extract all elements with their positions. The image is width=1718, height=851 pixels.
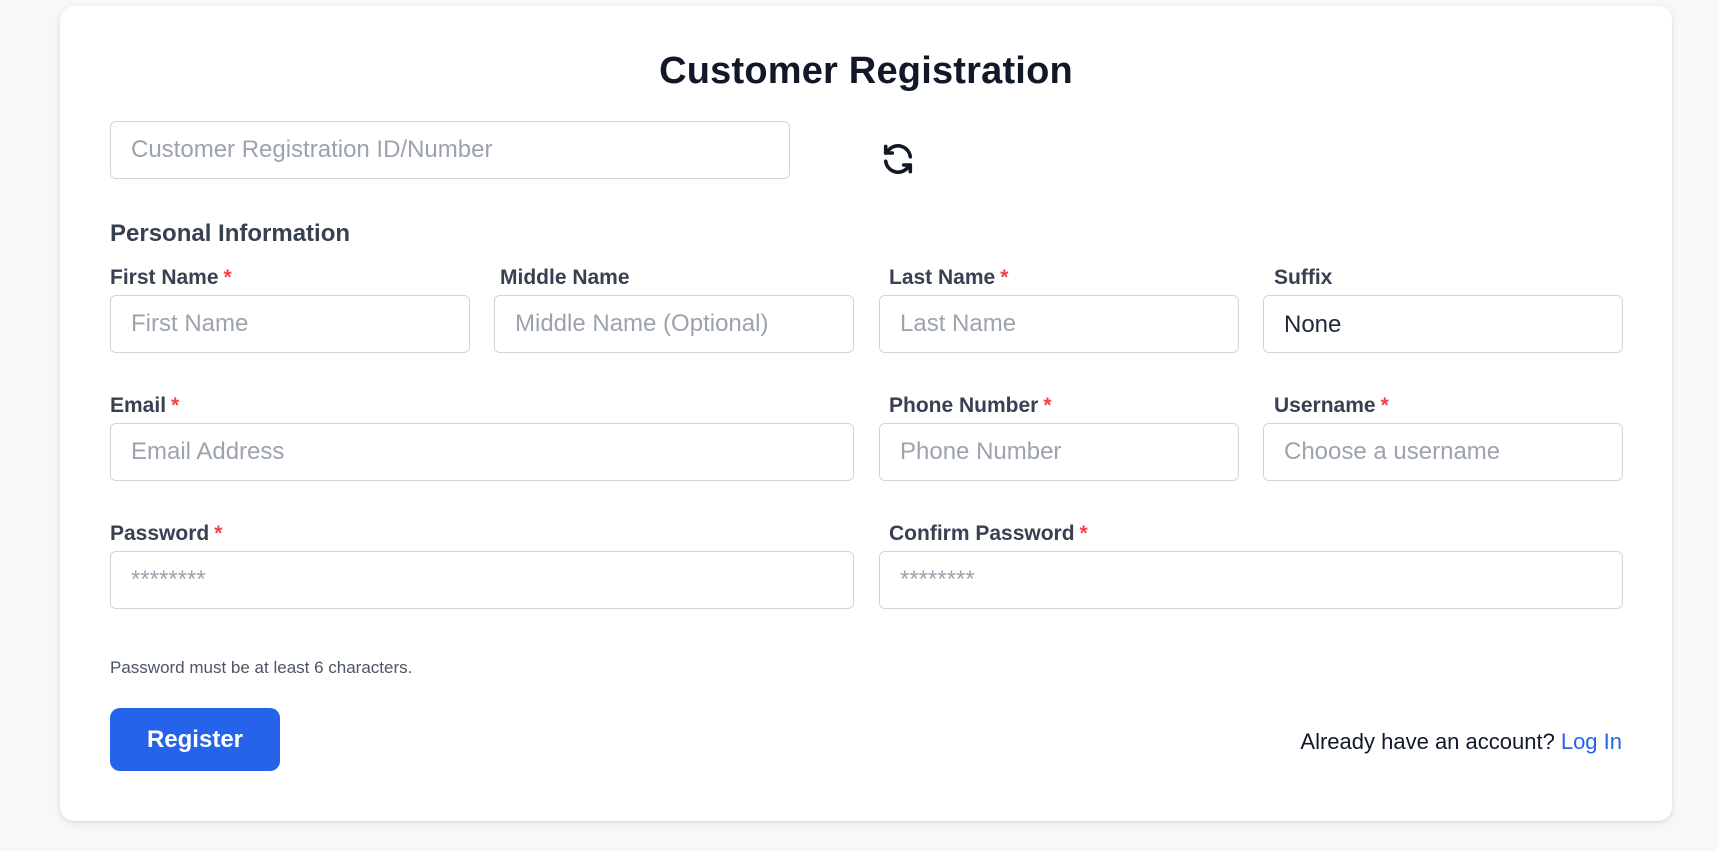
confirm-password-label-text: Confirm Password xyxy=(889,522,1075,545)
last-name-input[interactable] xyxy=(879,295,1239,353)
section-title-personal-information: Personal Information xyxy=(110,220,351,247)
password-label-text: Password xyxy=(110,522,210,545)
required-marker: * xyxy=(223,266,232,289)
login-link[interactable]: Log In xyxy=(1561,729,1622,754)
last-name-label-text: Last Name xyxy=(889,266,996,289)
middle-name-input[interactable] xyxy=(494,295,854,353)
login-prompt-text: Already have an account? xyxy=(1300,729,1555,754)
last-name-label: Last Name * xyxy=(889,266,1008,290)
middle-name-label: Middle Name xyxy=(500,266,630,290)
suffix-label: Suffix xyxy=(1274,266,1332,290)
suffix-select[interactable]: None xyxy=(1263,295,1623,353)
first-name-label-text: First Name xyxy=(110,266,219,289)
first-name-input[interactable] xyxy=(110,295,470,353)
email-input[interactable] xyxy=(110,423,854,481)
required-marker: * xyxy=(1000,266,1009,289)
refresh-id-button[interactable] xyxy=(876,137,920,181)
required-marker: * xyxy=(214,522,223,545)
phone-input[interactable] xyxy=(879,423,1239,481)
email-label-text: Email xyxy=(110,394,167,417)
registration-id-input[interactable] xyxy=(110,121,790,179)
confirm-password-label: Confirm Password * xyxy=(889,522,1088,546)
username-label-text: Username xyxy=(1274,394,1376,417)
email-label: Email * xyxy=(110,394,179,418)
username-input[interactable] xyxy=(1263,423,1623,481)
refresh-icon xyxy=(883,144,913,174)
registration-card: Customer Registration Personal Informati… xyxy=(60,6,1672,821)
suffix-label-text: Suffix xyxy=(1274,266,1333,289)
password-label: Password * xyxy=(110,522,222,546)
required-marker: * xyxy=(171,394,180,417)
required-marker: * xyxy=(1079,522,1088,545)
password-input[interactable] xyxy=(110,551,854,609)
page-title: Customer Registration xyxy=(659,50,1073,92)
middle-name-label-text: Middle Name xyxy=(500,266,630,289)
register-button[interactable]: Register xyxy=(110,708,280,771)
required-marker: * xyxy=(1380,394,1389,417)
phone-label-text: Phone Number xyxy=(889,394,1039,417)
username-label: Username * xyxy=(1274,394,1389,418)
login-prompt-row: Already have an account? Log In xyxy=(1300,729,1622,755)
phone-label: Phone Number * xyxy=(889,394,1052,418)
required-marker: * xyxy=(1043,394,1052,417)
password-hint: Password must be at least 6 characters. xyxy=(110,658,413,677)
first-name-label: First Name * xyxy=(110,266,232,290)
confirm-password-input[interactable] xyxy=(879,551,1623,609)
